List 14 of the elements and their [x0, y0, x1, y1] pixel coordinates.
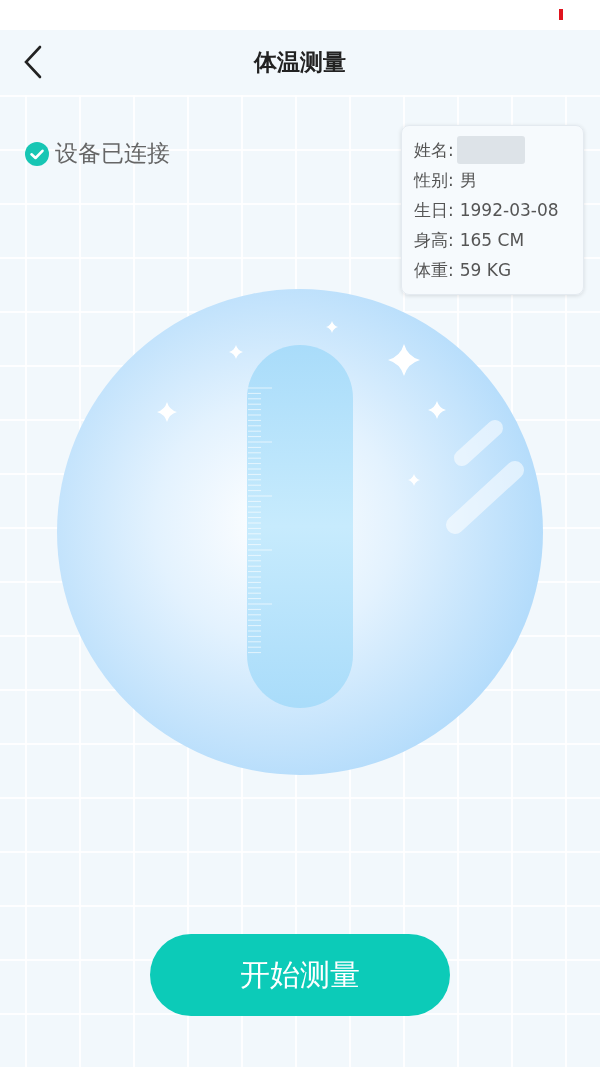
profile-value: 59 KG [459, 260, 512, 280]
profile-value: 1992-03-08 [459, 200, 559, 220]
profile-label: 身高: [414, 228, 454, 252]
profile-label: 体重: [414, 258, 454, 282]
profile-value: 男 [459, 168, 477, 192]
profile-label: 性别: [414, 168, 454, 192]
device-status: 设备已连接 [55, 139, 170, 168]
page-title: 体温测量 [254, 48, 346, 77]
profile-value: 165 CM [459, 230, 525, 250]
profile-label: 生日: [414, 198, 454, 222]
profile-label: 姓名: [414, 138, 454, 162]
back-icon[interactable] [23, 45, 43, 79]
status-indicator-icon [559, 9, 563, 20]
start-measure-button[interactable]: 开始测量 [150, 934, 450, 1016]
